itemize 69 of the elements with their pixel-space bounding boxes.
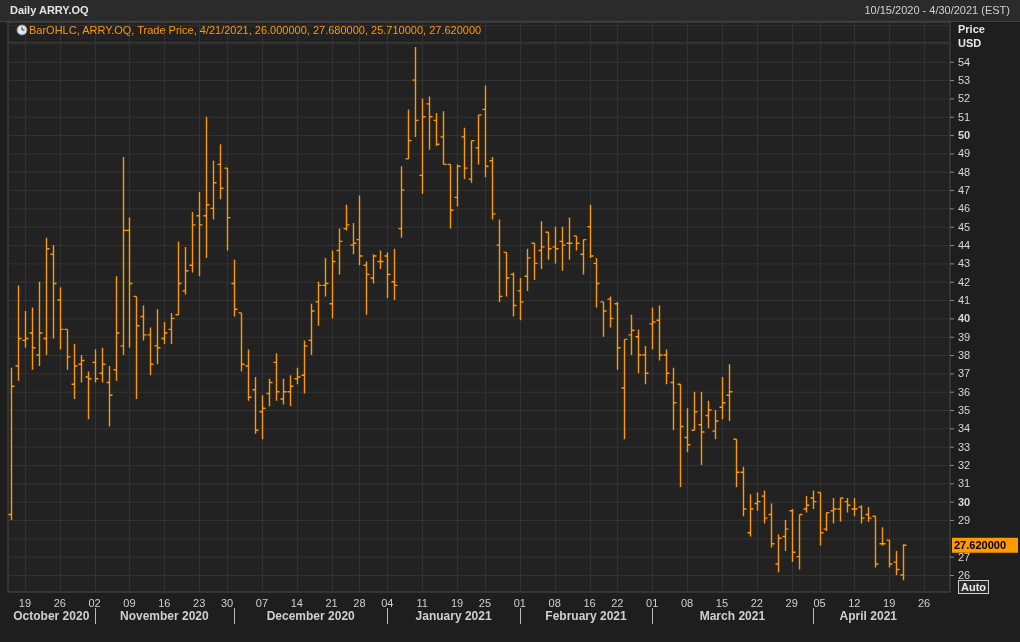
- month-label: December 2020: [266, 609, 355, 623]
- series-legend: BarOHLC, ARRY.OQ, Trade Price, 4/21/2021, 26.000000, 27.680000, 25.710000, 27.620000: [29, 24, 482, 36]
- y-tick-label: 27: [958, 550, 971, 563]
- y-tick-label: 31: [958, 477, 971, 490]
- y-tick-label: 30: [958, 495, 971, 508]
- month-label: April 2021: [839, 609, 897, 623]
- y-tick-label: 45: [958, 220, 971, 233]
- y-tick-label: 50: [958, 129, 971, 142]
- x-tick-label: 15: [715, 597, 729, 609]
- x-tick-label: 19: [450, 597, 464, 609]
- x-tick-label: 16: [158, 597, 171, 609]
- x-tick-label: 16: [583, 597, 596, 609]
- x-tick-label: 09: [123, 597, 136, 609]
- x-tick-label: 08: [548, 597, 561, 609]
- y-tick-label: 47: [958, 184, 971, 197]
- chart-title: Daily ARRY.OQ: [10, 3, 89, 19]
- x-tick-label: 21: [325, 597, 338, 609]
- month-label: March 2021: [699, 609, 766, 623]
- y-tick-label: 36: [958, 385, 971, 398]
- x-tick-label: 07: [255, 597, 269, 609]
- y-tick-label: 48: [958, 165, 971, 178]
- y-tick-label: 49: [958, 147, 971, 160]
- y-tick-label: 37: [958, 367, 971, 380]
- y-tick-label: 53: [958, 74, 971, 87]
- y-tick-label: 46: [958, 202, 971, 215]
- y-tick-label: 34: [958, 422, 971, 435]
- y-tick-label: 29: [958, 513, 971, 526]
- y-tick-label: 52: [958, 92, 971, 105]
- x-tick-label: 08: [680, 597, 694, 609]
- y-tick-label: 51: [958, 110, 971, 123]
- x-tick-label: 12: [848, 597, 861, 609]
- y-tick-label: 26: [958, 568, 971, 581]
- y-tick-label: 43: [958, 257, 971, 270]
- x-tick-label: 19: [883, 597, 896, 609]
- y-tick-label: 39: [958, 330, 971, 343]
- axis-unit: USD: [958, 37, 982, 49]
- x-tick-label: 02: [88, 597, 101, 609]
- x-tick-label: 29: [785, 597, 798, 609]
- month-label: February 2021: [545, 609, 627, 623]
- auto-scale-button[interactable]: Auto: [958, 580, 990, 594]
- y-tick-label: 40: [958, 312, 971, 325]
- x-tick-label: 23: [193, 597, 206, 609]
- x-tick-label: 05: [813, 597, 826, 609]
- y-tick-label: 32: [958, 459, 971, 471]
- y-tick-label: 44: [958, 239, 971, 252]
- x-tick-label: 28: [353, 597, 366, 609]
- y-tick-label: 35: [958, 404, 971, 416]
- axis-title: Price: [958, 23, 985, 35]
- month-label: November 2020: [120, 609, 209, 623]
- date-range: 10/15/2020 - 4/30/2021 (EST): [864, 3, 1010, 19]
- y-tick-label: 38: [958, 349, 971, 361]
- x-tick-label: 01: [646, 597, 659, 609]
- x-tick-label: 11: [416, 597, 428, 609]
- x-tick-label: 01: [513, 597, 526, 609]
- y-tick-label: 42: [958, 275, 971, 288]
- x-tick-label: 22: [611, 597, 624, 609]
- x-tick-label: 25: [478, 597, 492, 609]
- y-tick-label: 33: [958, 440, 971, 453]
- x-tick-label: 19: [18, 597, 32, 609]
- y-tick-label: 54: [958, 55, 971, 68]
- x-tick-label: 30: [220, 597, 234, 609]
- month-label: October 2020: [13, 609, 90, 623]
- x-tick-label: 14: [290, 597, 303, 609]
- y-tick-label: 41: [958, 294, 971, 307]
- x-tick-label: 22: [750, 597, 763, 609]
- month-label: January 2021: [415, 609, 492, 623]
- x-tick-label: 04: [381, 597, 394, 609]
- x-tick-label: 26: [53, 597, 66, 609]
- x-tick-label: 26: [917, 597, 931, 609]
